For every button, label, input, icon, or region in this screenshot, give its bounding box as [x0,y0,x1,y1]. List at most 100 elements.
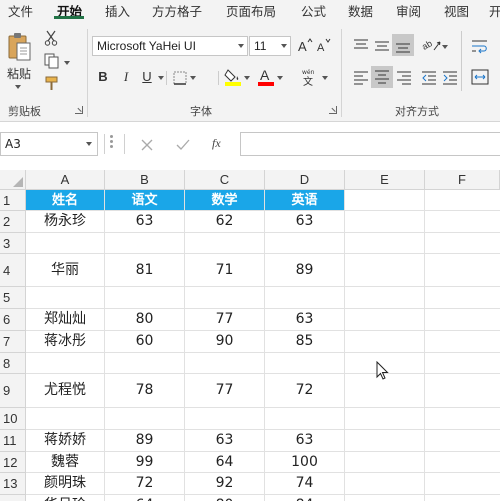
menu-insert[interactable]: 插入 [105,1,130,20]
table-cell[interactable] [265,353,344,373]
align-center-button[interactable] [371,66,393,88]
table-cell[interactable]: 92 [185,473,264,494]
table-cell[interactable] [26,353,104,373]
column-header-d[interactable]: D [265,170,345,190]
align-top-icon[interactable] [353,39,369,53]
table-cell[interactable]: 63 [265,309,344,330]
paste-label[interactable]: 粘贴 [7,65,31,82]
row-header[interactable]: 14 [0,495,26,501]
align-left-icon[interactable] [353,71,369,85]
table-cell[interactable] [105,408,184,429]
bold-button[interactable]: B [95,69,111,85]
font-launcher[interactable] [329,106,337,114]
shrink-font-icon[interactable]: A [316,37,332,53]
merge-center-icon[interactable] [471,69,489,85]
table-cell[interactable]: 蒋冰彤 [26,331,104,352]
header-cell[interactable]: 姓名 [26,190,104,210]
formula-input[interactable] [240,132,500,156]
table-cell[interactable] [265,233,344,253]
copy-dropdown-arrow[interactable] [64,61,70,65]
table-cell[interactable]: 77 [185,374,264,407]
cut-icon[interactable] [44,30,58,46]
menu-more[interactable]: 开 [489,1,500,20]
menu-data[interactable]: 数据 [348,1,373,20]
row-header[interactable]: 1 [0,190,26,211]
table-cell[interactable]: 63 [265,211,344,232]
table-cell[interactable]: 74 [265,473,344,494]
table-cell[interactable]: 华丽 [26,254,104,286]
table-cell[interactable] [105,353,184,373]
table-cell[interactable]: 89 [105,430,184,451]
row-header[interactable]: 10 [0,408,26,430]
table-cell[interactable]: 颜明珠 [26,473,104,494]
row-header[interactable]: 9 [0,374,26,408]
row-header[interactable]: 2 [0,211,26,233]
menu-file[interactable]: 文件 [8,1,33,20]
borders-dropdown-arrow[interactable] [190,76,196,80]
column-header-f[interactable]: F [425,170,500,190]
wrap-text-icon[interactable] [471,39,489,55]
row-header[interactable]: 3 [0,233,26,254]
table-cell[interactable] [265,287,344,308]
table-cell[interactable]: 78 [105,374,184,407]
column-header-c[interactable]: C [185,170,265,190]
table-cell[interactable] [105,233,184,253]
menu-page-layout[interactable]: 页面布局 [226,1,276,20]
table-cell[interactable] [185,233,264,253]
table-cell[interactable] [26,408,104,429]
row-header[interactable]: 7 [0,331,26,353]
font-size-dropdown[interactable]: 11 [249,36,291,56]
copy-icon[interactable] [44,53,60,69]
menu-formulas[interactable]: 公式 [301,1,326,20]
table-cell[interactable]: 89 [265,254,344,286]
phonetic-dropdown-arrow[interactable] [322,76,328,80]
menu-review[interactable]: 审阅 [396,1,421,20]
table-cell[interactable] [26,233,104,253]
cancel-icon[interactable] [141,139,153,151]
enter-check-icon[interactable] [176,139,190,151]
orientation-dropdown-arrow[interactable] [442,45,448,49]
column-header-e[interactable]: E [345,170,425,190]
increase-indent-icon[interactable] [442,71,458,85]
table-cell[interactable] [185,408,264,429]
table-cell[interactable]: 99 [105,452,184,472]
table-cell[interactable]: 64 [185,452,264,472]
name-box[interactable]: A3 [0,132,98,156]
table-cell[interactable]: 77 [185,309,264,330]
clipboard-launcher[interactable] [75,106,83,114]
decrease-indent-icon[interactable] [421,71,437,85]
table-cell[interactable]: 81 [105,254,184,286]
table-cell[interactable]: 100 [265,452,344,472]
fill-color-dropdown-arrow[interactable] [244,76,250,80]
header-cell[interactable]: 数学 [185,190,264,210]
select-all-button[interactable] [0,170,26,190]
italic-button[interactable]: I [118,69,134,85]
font-name-dropdown[interactable]: Microsoft YaHei UI [92,36,248,56]
table-cell[interactable]: 杨永珍 [26,211,104,232]
grow-font-icon[interactable]: A [297,37,313,53]
row-header[interactable]: 12 [0,452,26,473]
table-cell[interactable]: 80 [185,495,264,501]
table-cell[interactable]: 72 [265,374,344,407]
menu-fangfang[interactable]: 方方格子 [152,1,202,20]
table-cell[interactable]: 尤程悦 [26,374,104,407]
paste-icon[interactable] [6,31,34,65]
row-header[interactable]: 5 [0,287,26,309]
align-bottom-button[interactable] [392,34,414,56]
table-cell[interactable]: 63 [185,430,264,451]
table-cell[interactable]: 90 [185,331,264,352]
format-painter-icon[interactable] [44,76,60,92]
align-middle-icon[interactable] [374,39,390,53]
paste-dropdown-arrow[interactable] [15,85,21,89]
table-cell[interactable] [265,408,344,429]
table-cell[interactable]: 63 [105,211,184,232]
spreadsheet-grid[interactable]: A B C D E F 1 姓名 语文 数学 英语 2 杨永珍 63 62 63 3 4 华丽 81 71 89 5 6 郑灿灿… [0,170,500,501]
table-cell[interactable]: 华月珍 [26,495,104,501]
table-cell[interactable]: 80 [105,309,184,330]
orientation-icon[interactable]: ab [421,36,443,54]
table-cell[interactable]: 63 [265,430,344,451]
table-cell[interactable]: 64 [105,495,184,501]
header-cell[interactable]: 语文 [105,190,184,210]
table-cell[interactable]: 85 [265,331,344,352]
align-right-icon[interactable] [396,71,412,85]
